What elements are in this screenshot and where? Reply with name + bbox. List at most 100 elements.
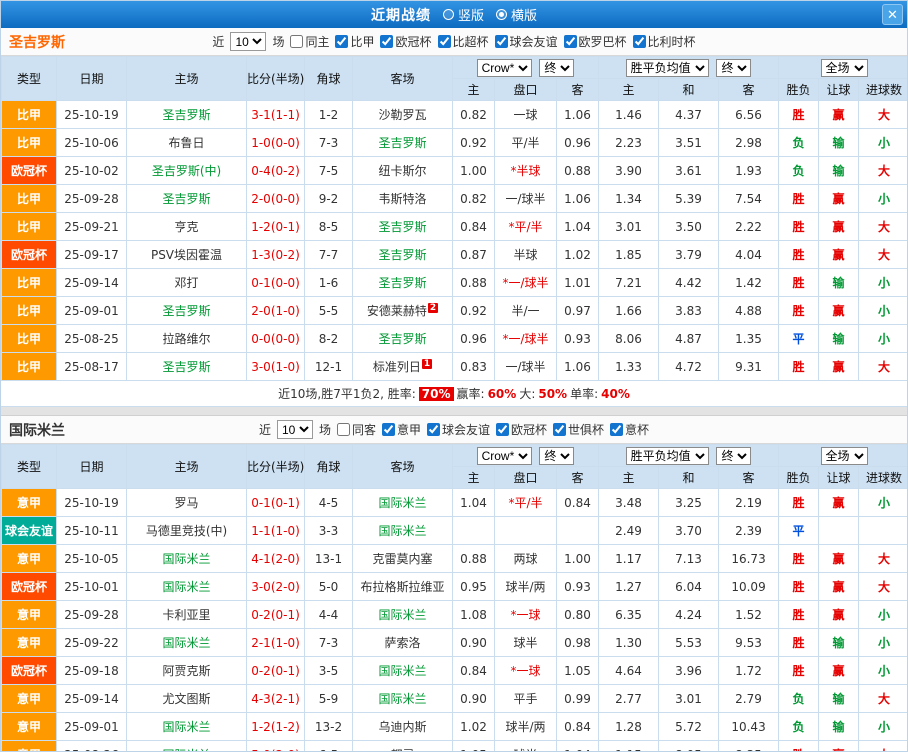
match-row: 欧冠杯 25-09-18 阿贾克斯 0-2(0-1) 3-5 国际米兰 0.84 *一球 1.0… — [1, 656, 907, 685]
result-cell: 胜 — [778, 656, 820, 685]
home-odds: 0.82 — [452, 184, 495, 213]
avg-loss-odds: 6.56 — [718, 100, 780, 129]
filter-league-checkbox[interactable] — [610, 423, 624, 436]
home-team: 马德里竞技(中) — [126, 516, 247, 545]
avg-metric-select[interactable]: 胜平负均值 — [625, 58, 709, 77]
filter-league[interactable]: 球会友谊 — [494, 33, 558, 50]
league-type-cell: 意甲 — [1, 740, 57, 751]
avg-draw-odds: 3.01 — [658, 684, 720, 713]
filter-league-checkbox[interactable] — [494, 35, 508, 48]
section-team-name: 国际米兰 — [9, 422, 65, 439]
away-odds: 1.01 — [555, 268, 600, 297]
match-date: 25-09-14 — [56, 268, 127, 297]
match-score: 0-1(0-0) — [246, 268, 305, 297]
match-score: 1-2(1-2) — [246, 712, 305, 741]
recent-count-select[interactable]: 10 — [230, 32, 267, 51]
avg-win-odds: 6.35 — [598, 600, 660, 629]
filter-league-checkbox[interactable] — [553, 423, 567, 436]
col-result: 胜负 — [778, 466, 820, 489]
filter-league-checkbox[interactable] — [437, 35, 451, 48]
layout-option-vertical[interactable]: 竖版 — [442, 5, 484, 24]
col-avg-draw: 和 — [658, 78, 720, 101]
avg-odds-header: 胜平负均值 终 — [598, 56, 780, 79]
filter-league-checkbox[interactable] — [427, 423, 440, 436]
filter-league-checkbox[interactable] — [381, 423, 395, 436]
scope-select[interactable]: 全场 — [820, 446, 868, 465]
filter-same-venue-checkbox[interactable] — [290, 35, 304, 48]
filter-league[interactable]: 欧冠杯 — [496, 421, 547, 438]
handicap-result-cell: 赢 — [818, 544, 860, 573]
home-odds: 0.95 — [452, 572, 495, 601]
goals-result-cell: 小 — [858, 268, 907, 297]
corner-score: 7-3 — [304, 128, 353, 157]
home-team: 罗马 — [126, 488, 247, 517]
filter-league[interactable]: 欧冠杯 — [380, 33, 432, 50]
handicap-line: *平/半 — [494, 212, 557, 241]
scope-select[interactable]: 全场 — [820, 58, 868, 77]
handicap-result-cell: 输 — [818, 684, 860, 713]
goals-result-cell: 小 — [858, 600, 907, 629]
close-button[interactable]: ✕ — [882, 4, 903, 25]
home-team-name: 阿贾克斯 — [162, 664, 211, 678]
col-away: 客场 — [352, 56, 453, 101]
home-odds: 1.02 — [452, 712, 495, 741]
avg-win-odds: 1.85 — [598, 240, 660, 269]
corner-score: 4-4 — [304, 600, 353, 629]
avg-metric-select[interactable]: 胜平负均值 — [625, 446, 709, 465]
goals-result-cell: 小 — [858, 184, 907, 213]
col-score: 比分(半场) — [246, 444, 305, 489]
filter-league-checkbox[interactable] — [563, 35, 577, 48]
league-type-cell: 欧冠杯 — [1, 572, 57, 601]
filter-same-venue-checkbox[interactable] — [336, 423, 350, 436]
filter-league[interactable]: 球会友谊 — [427, 421, 490, 438]
match-row: 欧冠杯 25-10-02 圣吉罗斯(中) 0-4(0-2) 7-5 纽卡斯尔 1.00 *半球… — [1, 156, 907, 185]
filter-league[interactable]: 意杯 — [610, 421, 649, 438]
goals-result-cell: 小 — [858, 628, 907, 657]
filter-league-checkbox[interactable] — [632, 35, 646, 48]
away-team: 圣吉罗斯 — [352, 240, 453, 269]
avg-win-odds: 1.17 — [598, 544, 660, 573]
filter-league-checkbox[interactable] — [496, 423, 510, 436]
matches-table: 类型 日期 主场 比分(半场) 角球 客场 Crow* 终 胜平负均值 终 全场… — [1, 444, 907, 751]
odds-company-select[interactable]: Crow* — [476, 446, 532, 465]
corner-score: 1-2 — [304, 100, 353, 129]
avg-final-select[interactable]: 终 — [716, 446, 752, 465]
away-team: 圣吉罗斯 — [352, 268, 453, 297]
filter-league-checkbox[interactable] — [380, 35, 394, 48]
odds-final-select[interactable]: 终 — [539, 58, 575, 77]
handicap-line: *半球 — [494, 156, 557, 185]
filter-league[interactable]: 比超杯 — [437, 33, 489, 50]
handicap-result-cell: 赢 — [818, 656, 860, 685]
avg-loss-odds: 2.79 — [718, 684, 780, 713]
filter-league-checkbox[interactable] — [335, 35, 349, 48]
corner-score: 3-5 — [304, 656, 353, 685]
recent-count-select[interactable]: 10 — [276, 420, 313, 439]
avg-draw-odds: 4.37 — [658, 100, 720, 129]
home-team-name: 邓打 — [174, 276, 199, 290]
avg-final-select[interactable]: 终 — [716, 58, 752, 77]
avg-win-odds: 1.15 — [598, 740, 660, 751]
handicap-line: 半/一 — [494, 296, 557, 325]
home-team-name: 圣吉罗斯 — [162, 360, 211, 374]
avg-win-odds: 1.30 — [598, 628, 660, 657]
goals-result-cell: 小 — [858, 712, 907, 741]
filter-same-venue[interactable]: 同客 — [336, 421, 376, 438]
goals-result-cell: 小 — [858, 488, 907, 517]
filter-league[interactable]: 比利时杯 — [632, 33, 696, 50]
filter-league[interactable]: 比甲 — [335, 33, 374, 50]
filter-league[interactable]: 世俱杯 — [553, 421, 604, 438]
league-type-cell: 比甲 — [1, 352, 57, 381]
away-odds: 0.93 — [555, 324, 600, 353]
match-row: 欧冠杯 25-10-01 国际米兰 3-0(2-0) 5-0 布拉格斯拉维亚 0.95 球半/… — [1, 572, 907, 601]
home-odds: 0.88 — [452, 544, 495, 573]
filter-league[interactable]: 欧罗巴杯 — [563, 33, 627, 50]
layout-option-horizontal[interactable]: 横版 — [496, 5, 537, 24]
avg-win-odds: 7.21 — [598, 268, 660, 297]
filter-league[interactable]: 意甲 — [381, 421, 421, 438]
filter-same-venue[interactable]: 同主 — [290, 33, 329, 50]
goals-result-cell: 大 — [858, 352, 907, 381]
odds-company-select[interactable]: Crow* — [476, 58, 532, 77]
odds-final-select[interactable]: 终 — [539, 446, 575, 465]
matches-table: 类型 日期 主场 比分(半场) 角球 客场 Crow* 终 胜平负均值 终 全场… — [1, 56, 907, 381]
away-odds — [555, 516, 600, 545]
